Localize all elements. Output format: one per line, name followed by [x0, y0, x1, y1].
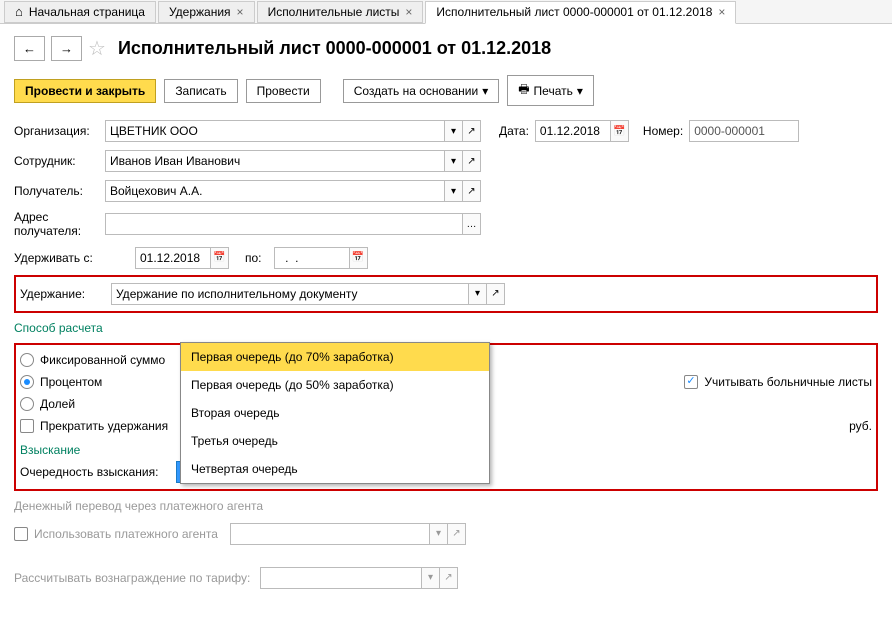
radio-fixed-label: Фиксированной суммо [40, 353, 165, 367]
ellipsis-icon[interactable]: … [463, 213, 481, 235]
btn-label: Создать на основании [354, 84, 479, 98]
create-based-button[interactable]: Создать на основании ▾ [343, 79, 500, 103]
page-title: Исполнительный лист 0000-000001 от 01.12… [118, 38, 551, 59]
hold-from-input[interactable] [135, 247, 211, 269]
radio-percent-label: Процентом [40, 375, 102, 389]
checkbox-agent[interactable] [14, 527, 28, 541]
sick-label: Учитывать больничные листы [704, 375, 872, 389]
hold-to-input[interactable] [274, 247, 350, 269]
chevron-down-icon: ▾ [482, 84, 488, 98]
rub-label: руб. [849, 419, 872, 433]
employee-label: Сотрудник: [14, 154, 99, 168]
calc-highlight: Фиксированной суммо Процентом Учитывать … [14, 343, 878, 491]
deduction-label: Удержание: [20, 287, 105, 301]
open-link-icon[interactable]: ↗ [463, 150, 481, 172]
tab-label: Начальная страница [29, 5, 145, 19]
calc-section-title: Способ расчета [0, 315, 892, 341]
dropdown-option-4[interactable]: Третья очередь [181, 427, 489, 455]
agent-label: Использовать платежного агента [34, 527, 224, 541]
forward-button[interactable]: → [51, 36, 82, 61]
close-icon[interactable]: × [405, 5, 412, 19]
hold-from-label: Удерживать с: [14, 251, 129, 265]
radio-percent[interactable] [20, 375, 34, 389]
save-button[interactable]: Записать [164, 79, 237, 103]
chevron-down-icon[interactable]: ▾ [445, 120, 463, 142]
agent-input[interactable] [230, 523, 430, 545]
back-button[interactable]: ← [14, 36, 45, 61]
number-input[interactable] [689, 120, 799, 142]
priority-dropdown: Первая очередь (до 70% заработка) Первая… [180, 342, 490, 484]
reward-label: Рассчитывать вознаграждение по тарифу: [14, 571, 254, 585]
btn-label: Печать [534, 84, 573, 98]
close-icon[interactable]: × [237, 5, 244, 19]
chevron-down-icon[interactable]: ▾ [445, 150, 463, 172]
recipient-label: Получатель: [14, 184, 99, 198]
to-label: по: [245, 251, 262, 265]
toolbar: Провести и закрыть Записать Провести Соз… [0, 65, 892, 116]
transfer-title: Денежный перевод через платежного агента [0, 493, 892, 519]
tab-writ-detail[interactable]: Исполнительный лист 0000-000001 от 01.12… [425, 1, 736, 24]
dropdown-option-2[interactable]: Первая очередь (до 50% заработка) [181, 371, 489, 399]
radio-share-label: Долей [40, 397, 75, 411]
post-close-button[interactable]: Провести и закрыть [14, 79, 156, 103]
radio-share[interactable] [20, 397, 34, 411]
open-link-icon[interactable]: ↗ [463, 120, 481, 142]
address-input[interactable] [105, 213, 463, 235]
checkbox-stop[interactable] [20, 419, 34, 433]
tab-bar: ⌂ Начальная страница Удержания × Исполни… [0, 0, 892, 24]
recipient-input[interactable] [105, 180, 445, 202]
deduction-highlight: Удержание: ▾ ↗ [14, 275, 878, 313]
calendar-icon[interactable]: 📅 [350, 247, 368, 269]
header: ← → ☆ Исполнительный лист 0000-000001 от… [0, 24, 892, 65]
org-label: Организация: [14, 124, 99, 138]
reward-input[interactable] [260, 567, 422, 589]
open-link-icon[interactable]: ↗ [487, 283, 505, 305]
deduction-input[interactable] [111, 283, 469, 305]
stop-label: Прекратить удержания [40, 419, 168, 433]
radio-fixed[interactable] [20, 353, 34, 367]
tab-label: Исполнительные листы [268, 5, 400, 19]
number-label: Номер: [643, 124, 683, 138]
close-icon[interactable]: × [718, 5, 725, 19]
home-icon: ⌂ [15, 4, 23, 19]
calendar-icon[interactable]: 📅 [611, 120, 629, 142]
chevron-down-icon[interactable]: ▾ [445, 180, 463, 202]
dropdown-option-5[interactable]: Четвертая очередь [181, 455, 489, 483]
tab-writs[interactable]: Исполнительные листы × [257, 1, 424, 23]
tab-deductions[interactable]: Удержания × [158, 1, 255, 23]
printer-icon: 🖶 [518, 80, 529, 101]
favorite-icon[interactable]: ☆ [88, 36, 106, 61]
open-link-icon[interactable]: ↗ [448, 523, 466, 545]
tab-label: Удержания [169, 5, 231, 19]
print-button[interactable]: 🖶 Печать ▾ [507, 75, 594, 106]
tab-home[interactable]: ⌂ Начальная страница [4, 1, 156, 23]
priority-label: Очередность взыскания: [20, 465, 170, 479]
date-input[interactable] [535, 120, 611, 142]
tab-label: Исполнительный лист 0000-000001 от 01.12… [436, 5, 712, 19]
chevron-down-icon[interactable]: ▾ [469, 283, 487, 305]
org-input[interactable] [105, 120, 445, 142]
open-link-icon[interactable]: ↗ [463, 180, 481, 202]
chevron-down-icon[interactable]: ▾ [422, 567, 440, 589]
dropdown-option-3[interactable]: Вторая очередь [181, 399, 489, 427]
open-link-icon[interactable]: ↗ [440, 567, 458, 589]
post-button[interactable]: Провести [246, 79, 321, 103]
chevron-down-icon: ▾ [577, 84, 583, 98]
chevron-down-icon[interactable]: ▾ [430, 523, 448, 545]
address-label: Адрес получателя: [14, 210, 99, 239]
dropdown-option-1[interactable]: Первая очередь (до 70% заработка) [181, 343, 489, 371]
calendar-icon[interactable]: 📅 [211, 247, 229, 269]
date-label: Дата: [499, 124, 529, 138]
employee-input[interactable] [105, 150, 445, 172]
checkbox-sick[interactable] [684, 375, 698, 389]
